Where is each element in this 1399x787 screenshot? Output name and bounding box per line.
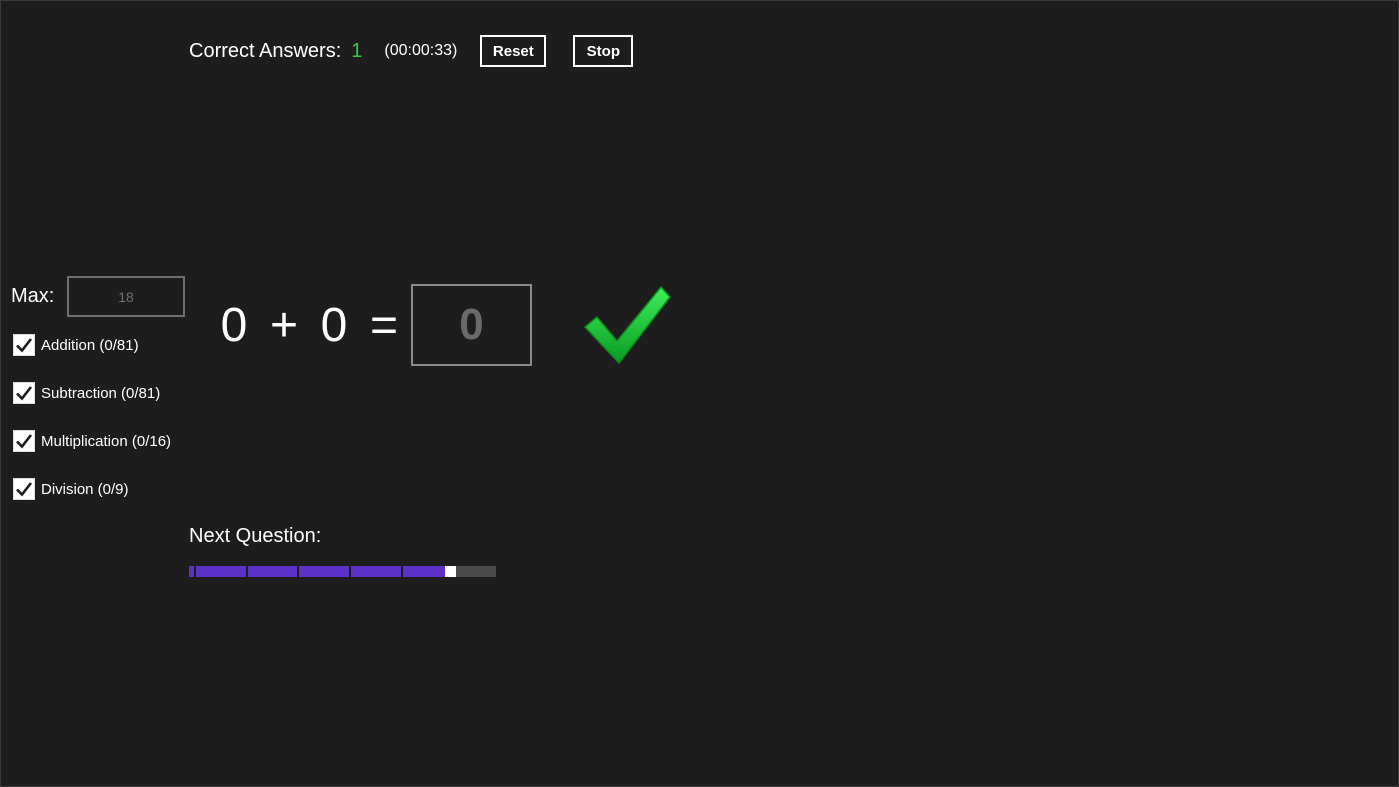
correct-answers-label: Correct Answers: — [189, 39, 342, 62]
check-mark-icon — [583, 285, 673, 370]
math-quiz-app: Correct Answers: 1 (00:00:33) Reset Stop… — [0, 0, 1399, 787]
operation-addition[interactable]: Addition (0/81) — [13, 333, 171, 357]
answer-input[interactable] — [411, 284, 532, 366]
subtraction-checkbox[interactable] — [13, 382, 35, 404]
checkbox-check-icon — [16, 482, 33, 497]
operator: + — [269, 298, 299, 352]
division-checkbox[interactable] — [13, 478, 35, 500]
elapsed-timer: (00:00:33) — [384, 42, 458, 59]
max-label: Max: — [11, 285, 55, 307]
checkbox-check-icon — [16, 386, 33, 401]
progress-segment-divider — [401, 566, 403, 577]
next-question-progress — [189, 566, 496, 577]
progress-segment-divider — [194, 566, 196, 577]
max-input[interactable] — [67, 276, 185, 317]
stop-button[interactable]: Stop — [573, 35, 634, 67]
division-label: Division (0/9) — [41, 480, 129, 498]
checkbox-check-icon — [16, 434, 33, 449]
equation: 0 + 0 = — [219, 295, 399, 355]
progress-thumb — [445, 566, 456, 577]
operation-subtraction[interactable]: Subtraction (0/81) — [13, 381, 171, 405]
subtraction-label: Subtraction (0/81) — [41, 384, 161, 402]
operand-b: 0 — [320, 298, 348, 352]
progress-segment-divider — [246, 566, 248, 577]
addition-label: Addition (0/81) — [41, 336, 139, 354]
top-bar: Correct Answers: 1 (00:00:33) Reset Stop — [189, 35, 634, 67]
next-question-label: Next Question: — [189, 525, 322, 547]
operand-a: 0 — [220, 298, 248, 352]
correct-answers-count: 1 — [351, 39, 363, 62]
operation-multiplication[interactable]: Multiplication (0/16) — [13, 429, 171, 453]
progress-segment-divider — [297, 566, 299, 577]
reset-button[interactable]: Reset — [480, 35, 547, 67]
progress-fill — [189, 566, 445, 577]
checkbox-check-icon — [16, 338, 33, 353]
equals-sign: = — [369, 298, 399, 352]
operation-division[interactable]: Division (0/9) — [13, 477, 171, 501]
operations-list: Addition (0/81) Subtraction (0/81) Multi… — [13, 333, 171, 525]
multiplication-checkbox[interactable] — [13, 430, 35, 452]
addition-checkbox[interactable] — [13, 334, 35, 356]
progress-segment-divider — [349, 566, 351, 577]
multiplication-label: Multiplication (0/16) — [41, 432, 172, 450]
